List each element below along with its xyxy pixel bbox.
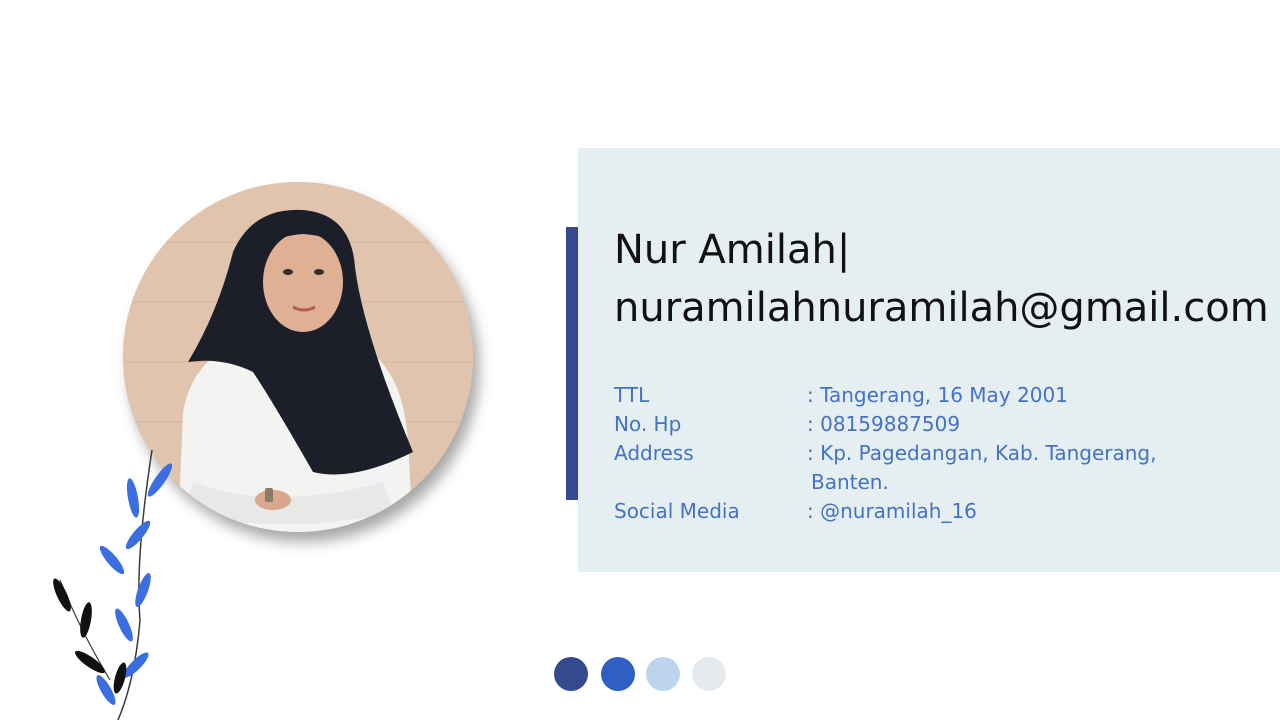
pagination-dot-2[interactable] xyxy=(601,657,635,691)
accent-bar xyxy=(566,227,578,500)
detail-label-ttl: TTL xyxy=(614,383,650,407)
profile-email: nuramilahnuramilah@gmail.com xyxy=(614,285,1269,331)
detail-value-address: : Kp. Pagedangan, Kab. Tangerang, xyxy=(807,441,1157,465)
detail-row-ttl: TTL : Tangerang, 16 May 2001 xyxy=(614,381,1214,410)
detail-row-address: Address : Kp. Pagedangan, Kab. Tangerang… xyxy=(614,439,1214,468)
detail-value-social: : @nuramilah_16 xyxy=(807,499,977,523)
detail-value-phone: : 08159887509 xyxy=(807,412,961,436)
detail-label-phone: No. Hp xyxy=(614,412,682,436)
detail-value-ttl: : Tangerang, 16 May 2001 xyxy=(807,383,1068,407)
pagination-dot-3[interactable] xyxy=(646,657,680,691)
leaf-vine-decoration xyxy=(53,449,173,720)
profile-details: TTL : Tangerang, 16 May 2001 No. Hp : 08… xyxy=(614,381,1214,526)
pagination-dot-4[interactable] xyxy=(692,657,726,691)
detail-row-social: Social Media : @nuramilah_16 xyxy=(614,497,1214,526)
profile-name: Nur Amilah| xyxy=(614,227,851,273)
detail-label-social: Social Media xyxy=(614,499,740,523)
pagination-dot-1[interactable] xyxy=(554,657,588,691)
detail-row-phone: No. Hp : 08159887509 xyxy=(614,410,1214,439)
detail-value-address-continuation: Banten. xyxy=(811,470,889,494)
detail-label-address: Address xyxy=(614,441,694,465)
